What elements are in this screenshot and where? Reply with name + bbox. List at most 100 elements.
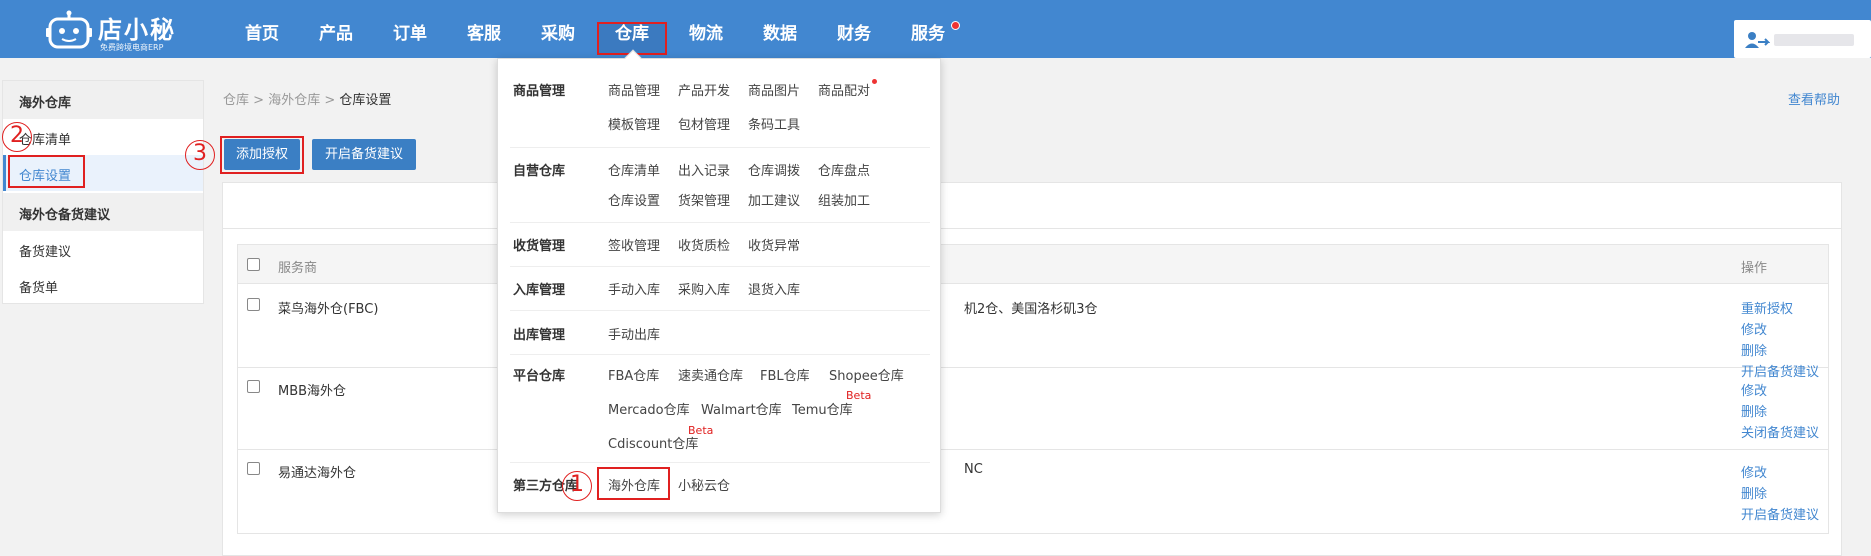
nav-data[interactable]: 数据 [763,19,797,44]
row-checkbox[interactable] [247,298,260,311]
menu-item[interactable]: 手动入库 [608,279,660,298]
menu-item[interactable]: Temu仓库 [792,399,853,418]
menu-item[interactable]: 仓库设置 [608,190,660,209]
reauthorize-link[interactable]: 重新授权 [1741,298,1793,317]
menu-item[interactable]: 出入记录 [678,160,730,179]
sidebar-group-title: 海外仓备货建议 [3,193,203,231]
menu-item[interactable]: 收货异常 [748,235,800,254]
menu-divider [510,354,930,355]
table-row: 易通达海外仓 NC 修改 删除 开启备货建议 [237,450,1829,534]
nav-customer-service[interactable]: 客服 [467,19,501,44]
menu-item[interactable]: 商品图片 [748,80,800,99]
edit-link[interactable]: 修改 [1741,319,1767,338]
nav-logistics[interactable]: 物流 [689,19,723,44]
menu-item[interactable]: 仓库盘点 [818,160,870,179]
brand-slogan: 免费跨境电商ERP [100,43,164,52]
provider-name: 菜鸟海外仓(FBC) [278,302,379,317]
nav-orders[interactable]: 订单 [393,19,427,44]
annotation-step-2: 2 [2,122,32,152]
menu-item[interactable]: Cdiscount仓库 [608,433,698,452]
col-operations: 操作 [1741,261,1768,276]
annotation-step-3: 3 [185,140,215,170]
menu-item[interactable]: 模板管理 [608,114,660,133]
enable-stock-link[interactable]: 开启备货建议 [1741,504,1819,523]
delete-link[interactable]: 删除 [1741,483,1767,502]
menu-item[interactable]: Walmart仓库 [701,399,782,418]
menu-item[interactable]: 小秘云仓 [678,475,730,494]
col-provider: 服务商 [278,261,318,276]
menu-item[interactable]: 加工建议 [748,190,800,209]
menu-item[interactable]: Mercado仓库 [608,399,690,418]
breadcrumb-current: 仓库设置 [339,93,392,108]
menu-category-outbound: 出库管理 [513,328,566,343]
menu-item[interactable]: 手动出库 [608,324,660,343]
menu-item[interactable]: FBA仓库 [608,365,659,384]
annotation-box-settings [8,155,85,188]
nav-products[interactable]: 产品 [319,19,353,44]
menu-divider [510,462,930,463]
nav-purchase[interactable]: 采购 [541,19,575,44]
menu-divider [510,266,930,267]
provider-name: MBB海外仓 [278,384,347,399]
brand-name: 店小秘 [98,16,176,44]
menu-item[interactable]: 组装加工 [818,190,870,209]
menu-item[interactable]: 仓库清单 [608,160,660,179]
breadcrumb-overseas[interactable]: 海外仓库 [268,93,320,108]
table-header: 服务商 操作 [237,244,1829,284]
robot-logo-icon [46,10,92,49]
annotation-step-1: 1 [562,471,592,501]
nav-home[interactable]: 首页 [245,19,279,44]
provider-name: 易通达海外仓 [278,466,357,481]
nav-services[interactable]: 服务 [911,19,945,44]
table-row: MBB海外仓 修改 删除 关闭备货建议 [237,368,1829,450]
breadcrumb: 仓库 > 海外仓库 > 仓库设置 [223,89,391,108]
menu-item[interactable]: 包材管理 [678,114,730,133]
nav-finance[interactable]: 财务 [837,19,871,44]
username-obscured [1774,34,1854,46]
menu-category-platform-warehouse: 平台仓库 [513,369,566,384]
sidebar-item-stock-order[interactable]: 备货单 [19,277,58,296]
add-authorization-button[interactable]: 添加授权 [224,139,300,170]
delete-link[interactable]: 删除 [1741,401,1767,420]
user-account-menu[interactable] [1734,20,1871,58]
nav-warehouse[interactable]: 仓库 [615,19,649,44]
menu-category-inbound: 入库管理 [513,283,566,298]
disable-stock-link[interactable]: 关闭备货建议 [1741,422,1819,441]
edit-link[interactable]: 修改 [1741,462,1767,481]
menu-divider [510,310,930,311]
warehouse-dropdown-menu: 商品管理 商品管理 产品开发 商品图片 商品配对 模板管理 包材管理 条码工具 … [497,49,941,513]
row-checkbox[interactable] [247,462,260,475]
new-dot [872,79,877,84]
menu-item[interactable]: FBL仓库 [760,365,810,384]
delete-link[interactable]: 删除 [1741,340,1767,359]
edit-link[interactable]: 修改 [1741,380,1767,399]
beta-badge: Beta [688,424,714,437]
sidebar-item-stock-suggestion[interactable]: 备货建议 [19,241,71,260]
menu-item[interactable]: 收货质检 [678,235,730,254]
menu-divider [510,222,930,223]
menu-item[interactable]: 签收管理 [608,235,660,254]
menu-item[interactable]: 退货入库 [748,279,800,298]
warehouse-list-text: NC [964,462,983,477]
menu-item[interactable]: 条码工具 [748,114,800,133]
menu-item[interactable]: 仓库调拨 [748,160,800,179]
menu-item[interactable]: 商品管理 [608,80,660,99]
menu-item[interactable]: 速卖通仓库 [678,365,743,384]
select-all-checkbox[interactable] [247,258,260,271]
help-link[interactable]: 查看帮助 [1788,89,1840,108]
notification-dot [951,21,960,30]
breadcrumb-warehouse[interactable]: 仓库 [223,93,249,108]
row-checkbox[interactable] [247,380,260,393]
menu-item[interactable]: 货架管理 [678,190,730,209]
menu-item[interactable]: 商品配对 [818,80,870,99]
table-row: 菜鸟海外仓(FBC) 机2仓、美国洛杉矶3仓 重新授权 修改 删除 开启备货建议 [237,284,1829,380]
menu-item[interactable]: 产品开发 [678,80,730,99]
logo[interactable]: 店小秘 免费跨境电商ERP [46,8,186,52]
menu-divider [510,147,930,148]
breadcrumb-sep: > [324,93,336,108]
enable-stock-suggestion-button[interactable]: 开启备货建议 [312,139,416,170]
menu-category-own-warehouse: 自营仓库 [513,164,566,179]
content-panel: 服务商 操作 菜鸟海外仓(FBC) 机2仓、美国洛杉矶3仓 重新授权 修改 删除… [222,182,1842,556]
menu-item[interactable]: Shopee仓库 [829,365,904,384]
menu-item[interactable]: 采购入库 [678,279,730,298]
